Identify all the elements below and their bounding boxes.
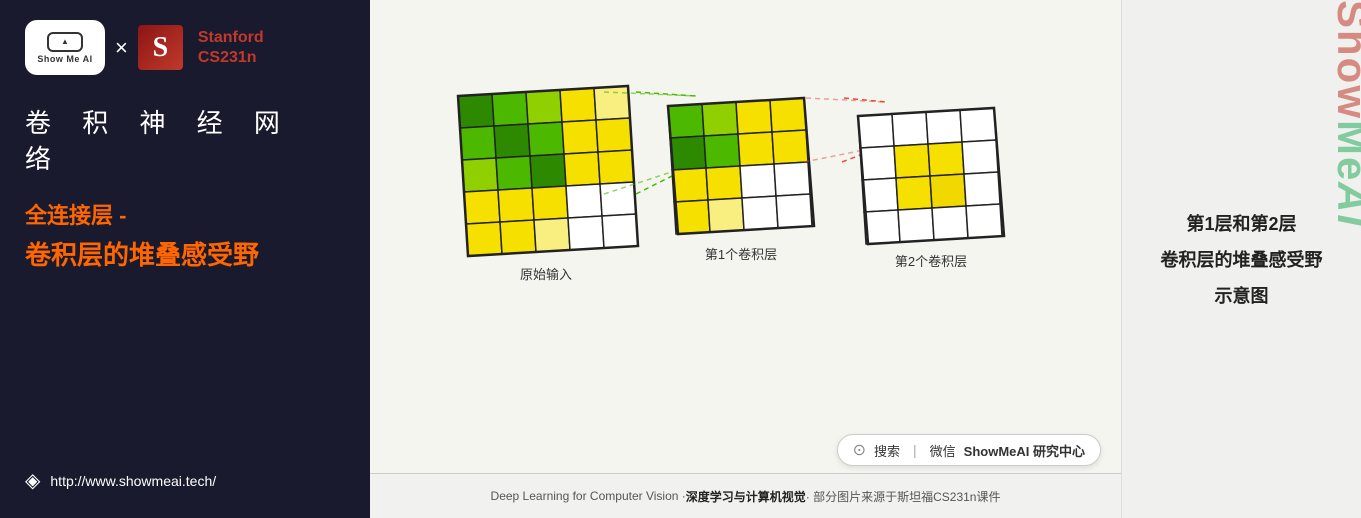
stanford-s-letter: S [138, 25, 183, 70]
right-line1: 第1层和第2层 [1161, 210, 1323, 236]
left-panel: Show Me AI × S Stanford CS231n 卷 积 神 经 网… [0, 0, 370, 518]
watermark-show: Show [1328, 0, 1361, 120]
bottom-text-plain: Deep Learning for Computer Vision · [491, 489, 686, 503]
subtitle-line1: 全连接层 - [25, 198, 345, 230]
brand-text: ShowMeAI 研究中心 [964, 441, 1085, 460]
url-area[interactable]: ◈ http://www.showmeai.tech/ [25, 468, 216, 493]
svg-text:原始输入: 原始输入 [519, 267, 571, 282]
wechat-label: 微信 [930, 441, 956, 460]
stanford-name: Stanford CS231n [198, 28, 264, 66]
url-text: http://www.showmeai.tech/ [50, 473, 216, 489]
divider: | [913, 442, 917, 458]
watermark-ai: AI [1328, 182, 1361, 228]
right-panel: 第1层和第2层 卷积层的堆叠感受野 示意图 ShowMeAI [1121, 0, 1361, 518]
right-line2: 卷积层的堆叠感受野 [1161, 246, 1323, 272]
svg-text:第1个卷积层: 第1个卷积层 [704, 247, 776, 262]
right-line3: 示意图 [1161, 282, 1323, 308]
showmeai-logo-text: Show Me AI [37, 54, 92, 64]
logo-area: Show Me AI × S Stanford CS231n [25, 20, 345, 75]
showmeai-logo: Show Me AI [25, 20, 105, 75]
cnn-diagram: 原始输入 [426, 74, 1066, 414]
subtitle-line2: 卷积层的堆叠感受野 [25, 235, 345, 272]
search-bar[interactable]: ⊙ 搜索 | 微信 ShowMeAI 研究中心 [837, 434, 1101, 466]
watermark: ShowMeAI [1328, 0, 1361, 518]
main-content: 原始输入 [370, 0, 1121, 518]
main-title: 卷 积 神 经 网 络 [25, 105, 345, 178]
right-panel-text: 第1层和第2层 卷积层的堆叠感受野 示意图 [1161, 210, 1323, 308]
diagram-area: 原始输入 [370, 0, 1121, 518]
search-icon: ⊙ [853, 440, 866, 460]
stanford-line2: CS231n [198, 48, 264, 67]
svg-text:第2个卷积层: 第2个卷积层 [894, 254, 966, 269]
bottom-bar: Deep Learning for Computer Vision · 深度学习… [370, 473, 1121, 518]
times-symbol: × [115, 35, 128, 61]
bottom-text-bold: 深度学习与计算机视觉 [686, 488, 806, 505]
watermark-meai: Me [1328, 120, 1361, 182]
stanford-line1: Stanford [198, 28, 264, 47]
stanford-logo-area: S Stanford CS231n [138, 25, 264, 70]
url-icon: ◈ [25, 468, 40, 493]
search-label: 搜索 [874, 441, 900, 460]
bottom-text-plain2: · 部分图片来源于斯坦福CS231n课件 [806, 488, 1001, 505]
showmeai-icon [47, 32, 83, 52]
